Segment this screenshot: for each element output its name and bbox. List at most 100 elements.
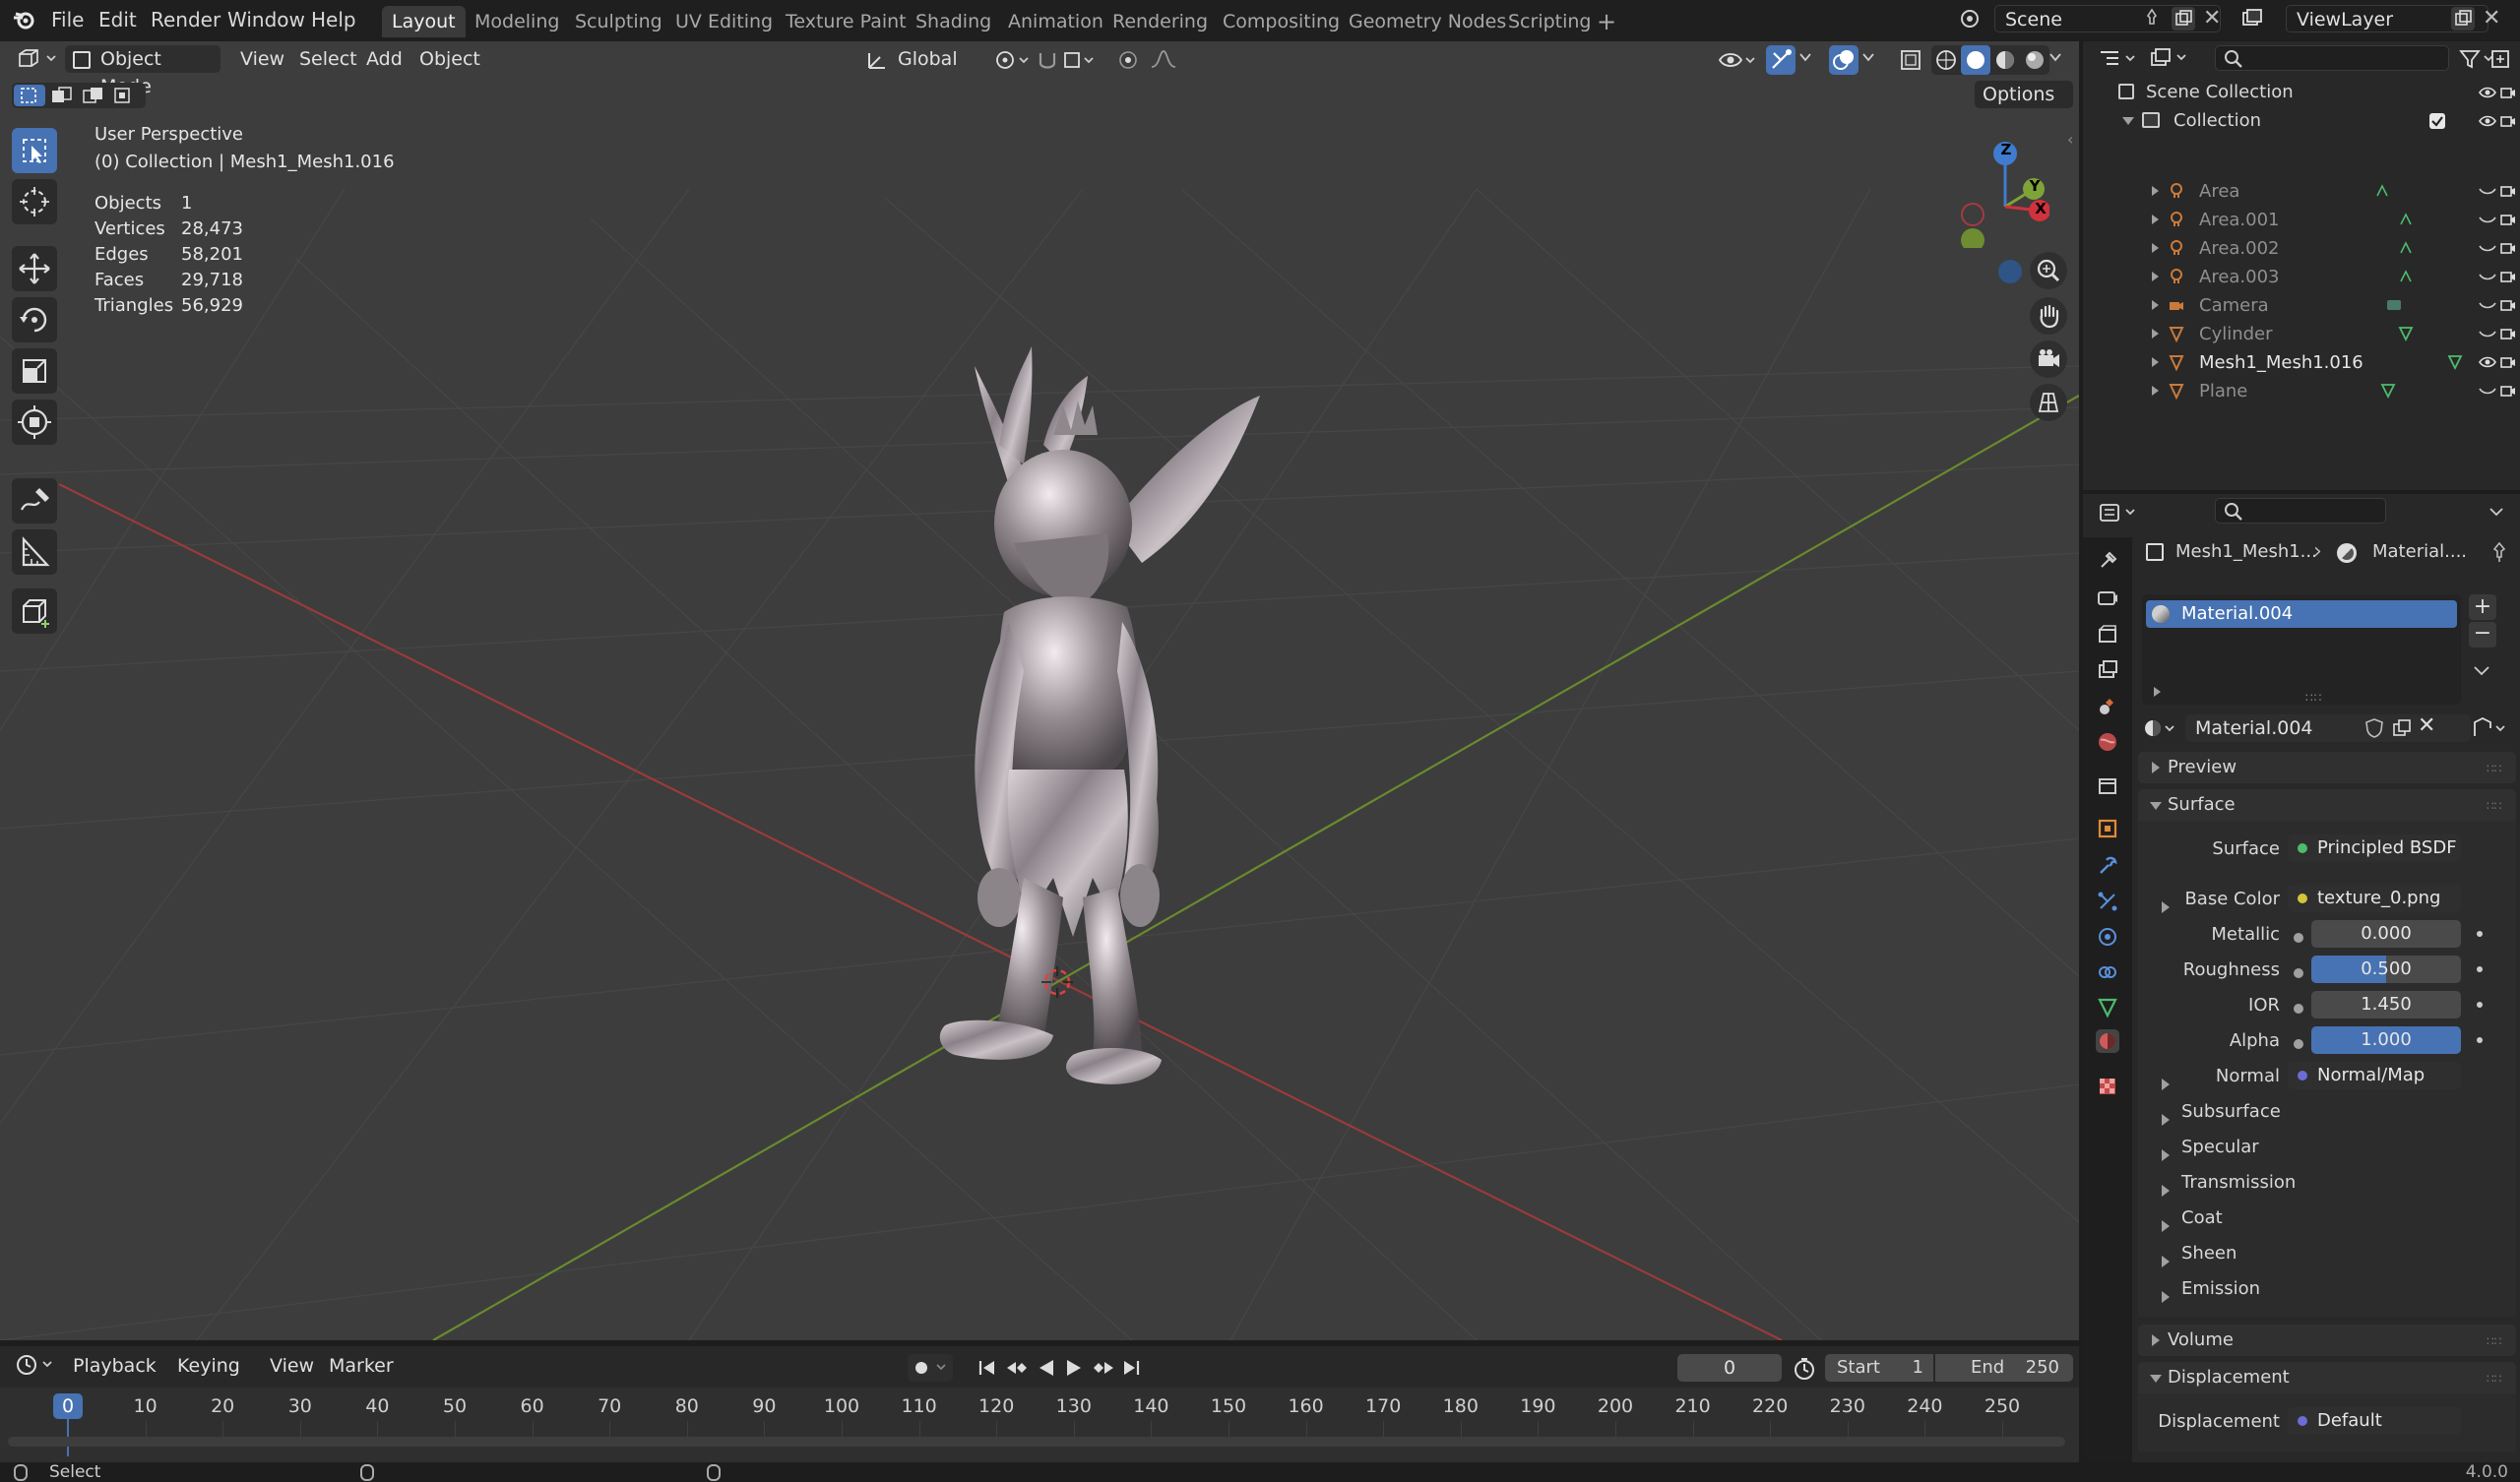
eye-hidden-icon[interactable]	[2479, 184, 2496, 198]
xray-toggle-icon[interactable]	[1898, 47, 1923, 73]
chevron-down-icon[interactable]	[2487, 502, 2506, 522]
select-invert-icon[interactable]	[110, 85, 142, 106]
eye-visible-icon[interactable]	[2479, 355, 2496, 369]
collection-tab-icon[interactable]	[2096, 773, 2119, 797]
drag-handle-icon[interactable]: ∷∷	[2487, 1334, 2501, 1348]
transform-tool[interactable]	[12, 400, 57, 445]
alpha-slider[interactable]: 1.000	[2311, 1026, 2461, 1054]
material-tab-icon[interactable]	[2096, 1029, 2119, 1053]
eye-hidden-icon[interactable]	[2479, 327, 2496, 340]
menu-select[interactable]: Select	[291, 45, 365, 73]
eye-hidden-icon[interactable]	[2479, 384, 2496, 398]
camera-render-icon[interactable]	[2500, 326, 2516, 341]
visibility-filter-icon[interactable]	[1717, 47, 1756, 73]
select-subtract-icon[interactable]	[79, 85, 110, 106]
editor-type-icon[interactable]	[14, 46, 59, 72]
tab-animation[interactable]: Animation	[998, 6, 1113, 37]
tab-geometry-nodes[interactable]: Geometry Nodes	[1339, 6, 1516, 37]
outliner-row-cylinder[interactable]: Cylinder	[2083, 320, 2520, 348]
gizmo-toggle-icon[interactable]	[1766, 45, 1796, 75]
eye-hidden-icon[interactable]	[2479, 270, 2496, 283]
eye-visible-icon[interactable]	[2479, 114, 2496, 128]
expand-arrow-icon[interactable]	[2152, 300, 2159, 310]
new-view-layer-icon[interactable]	[2451, 7, 2475, 31]
rendered-shading-icon[interactable]	[2020, 45, 2049, 75]
close-view-layer-icon[interactable]: ✕	[2483, 6, 2500, 31]
subpanel-coat[interactable]: Coat	[2181, 1207, 2223, 1228]
physics-tab-icon[interactable]	[2096, 925, 2119, 949]
keyframe-dot-icon[interactable]	[2477, 931, 2483, 937]
chevron-down-icon[interactable]	[2471, 661, 2492, 679]
tab-rendering[interactable]: Rendering	[1102, 6, 1218, 37]
outliner-row-area-001[interactable]: Area.001	[2083, 206, 2520, 234]
menu-view[interactable]: View	[232, 45, 292, 73]
measure-tool[interactable]	[12, 529, 57, 575]
outliner-row-camera[interactable]: Camera	[2083, 291, 2520, 320]
chevron-down-icon[interactable]	[2049, 52, 2061, 62]
keyframe-dot-icon[interactable]	[2477, 966, 2483, 972]
camera-render-icon[interactable]	[2500, 85, 2516, 100]
eye-hidden-icon[interactable]	[2479, 213, 2496, 226]
displacement-field[interactable]: Default	[2288, 1407, 2461, 1435]
camera-render-icon[interactable]	[2500, 383, 2516, 399]
camera-render-icon[interactable]	[2500, 183, 2516, 199]
scale-tool[interactable]	[12, 348, 57, 394]
menu-window[interactable]: Window	[227, 6, 305, 33]
subpanel-sheen[interactable]: Sheen	[2181, 1243, 2236, 1264]
light-data-icon[interactable]	[2398, 269, 2414, 284]
3d-viewport[interactable]: Object Mode View Select Add Object Globa…	[0, 41, 2079, 1340]
wireframe-shading-icon[interactable]	[1931, 45, 1961, 75]
browse-material-icon[interactable]	[2142, 714, 2181, 742]
breadcrumb-material[interactable]: Material....	[2372, 537, 2467, 567]
camera-render-icon[interactable]	[2500, 354, 2516, 370]
new-scene-icon[interactable]	[2172, 7, 2195, 31]
tab-layout[interactable]: Layout	[382, 6, 466, 37]
expand-arrow-icon[interactable]	[2152, 357, 2159, 367]
close-scene-icon[interactable]: ✕	[2203, 6, 2221, 31]
perspective-toggle-icon[interactable]	[2030, 384, 2067, 421]
duplicate-material-icon[interactable]	[2390, 716, 2414, 740]
overlays-toggle-icon[interactable]	[1829, 45, 1858, 75]
coat-expand-icon[interactable]	[2162, 1220, 2170, 1232]
outliner-row-area[interactable]: Area	[2083, 177, 2520, 206]
cursor-tool[interactable]	[12, 179, 57, 224]
expand-arrow-icon[interactable]	[2152, 243, 2159, 253]
sheen-expand-icon[interactable]	[2162, 1256, 2170, 1267]
subpanel-subsurface[interactable]: Subsurface	[2181, 1101, 2281, 1122]
outliner-row-area-003[interactable]: Area.003	[2083, 263, 2520, 291]
solid-shading-icon[interactable]	[1961, 45, 1990, 75]
transform-orientation-dropdown[interactable]: Global	[890, 45, 984, 73]
tool-tab-icon[interactable]	[2096, 549, 2119, 573]
camera-render-icon[interactable]	[2500, 113, 2516, 129]
scene-tab-icon[interactable]	[2096, 695, 2119, 718]
subsurface-expand-icon[interactable]	[2162, 1114, 2170, 1126]
world-tab-icon[interactable]	[2096, 730, 2119, 754]
add-cube-tool[interactable]	[12, 588, 57, 634]
slot-expand-icon[interactable]	[2154, 687, 2161, 697]
keyframe-dot-icon[interactable]	[2477, 1037, 2483, 1043]
expand-arrow-icon[interactable]	[2152, 329, 2159, 339]
tab-texture-paint[interactable]: Texture Paint	[776, 6, 916, 37]
ior-field[interactable]: 1.450	[2311, 991, 2461, 1019]
pan-hand-icon[interactable]	[2030, 297, 2067, 335]
displacement-panel-header[interactable]: Displacement	[2138, 1362, 2516, 1393]
menu-edit[interactable]: Edit	[98, 6, 137, 33]
annotate-tool[interactable]	[12, 478, 57, 524]
menu-file[interactable]: File	[51, 6, 84, 33]
light-data-icon[interactable]	[2398, 212, 2414, 227]
camera-render-icon[interactable]	[2500, 269, 2516, 284]
subpanel-specular[interactable]: Specular	[2181, 1137, 2259, 1157]
material-slot-selected[interactable]: Material.004	[2146, 600, 2457, 628]
zoom-icon[interactable]	[2030, 252, 2067, 289]
select-box-tool[interactable]	[12, 128, 57, 173]
menu-add[interactable]: Add	[358, 45, 410, 73]
fake-user-shield-icon[interactable]	[2362, 716, 2386, 740]
rotate-tool[interactable]	[12, 297, 57, 342]
base-color-field[interactable]: texture_0.png	[2288, 885, 2461, 912]
surface-panel-header[interactable]: Surface	[2138, 789, 2516, 821]
properties-search-input[interactable]	[2215, 498, 2386, 524]
tab-shading[interactable]: Shading	[906, 6, 1001, 37]
roughness-slider[interactable]: 0.500	[2311, 956, 2461, 983]
add-workspace-icon[interactable]: +	[1597, 6, 1616, 37]
mesh-data-icon[interactable]	[2380, 383, 2396, 399]
